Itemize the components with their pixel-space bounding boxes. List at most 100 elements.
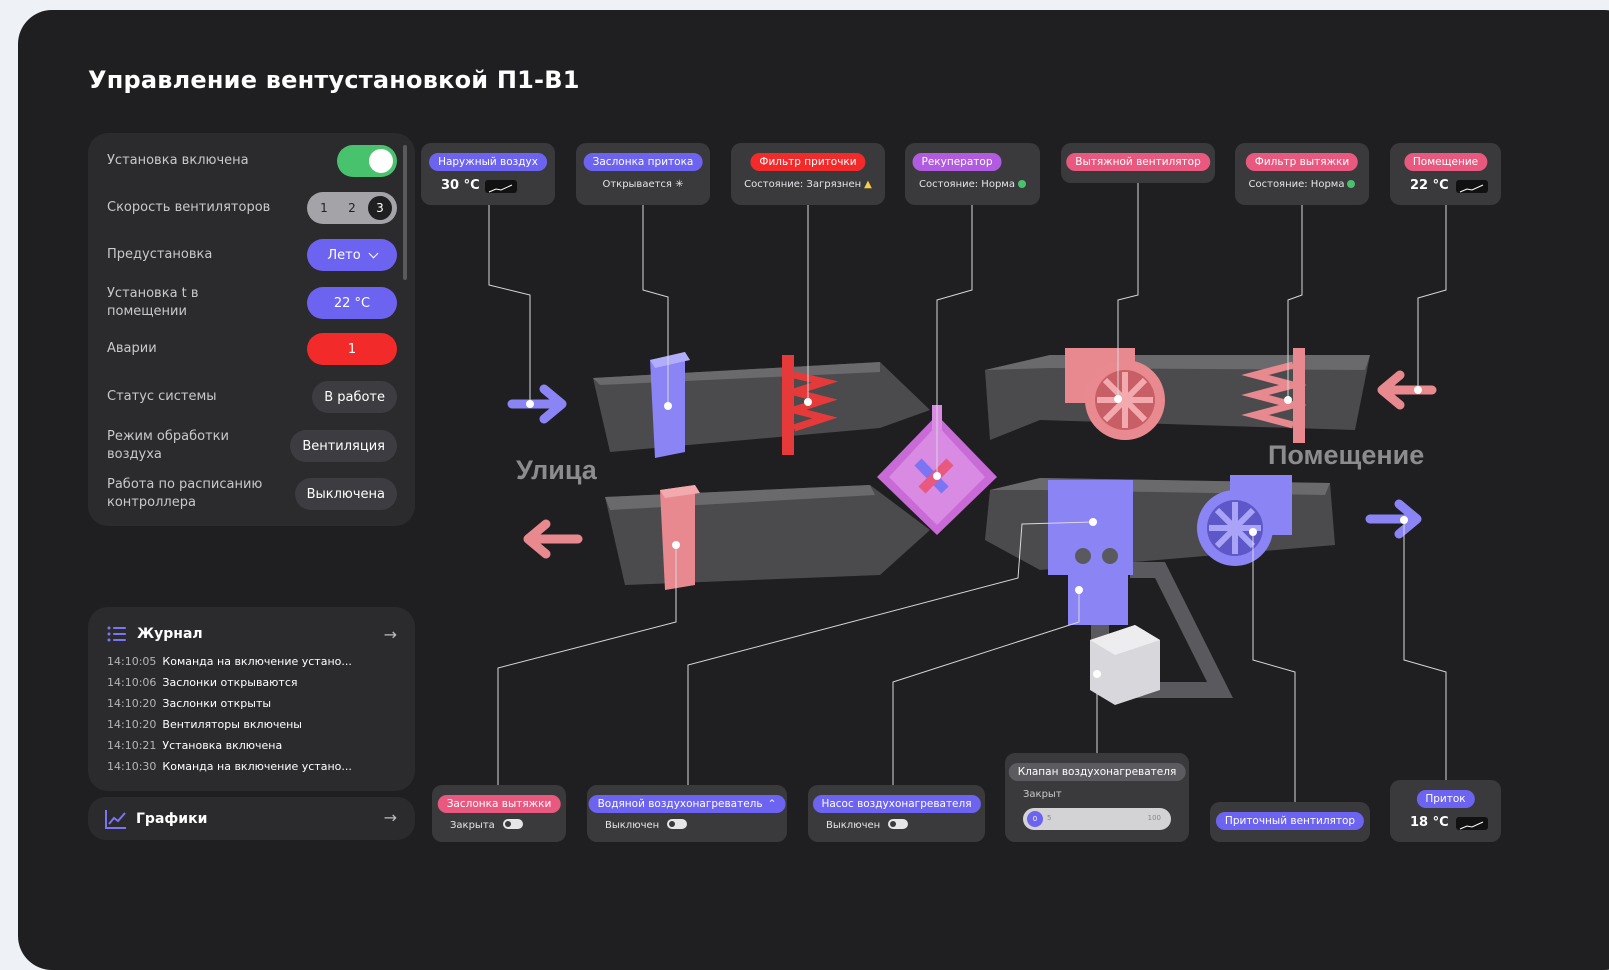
tag-room[interactable]: Помещение 22 °C <box>1390 143 1501 205</box>
tag-status-text: Выключен <box>826 820 881 831</box>
tag-status-text: Состояние: Загрязнен <box>744 179 862 190</box>
preset-value: Лето <box>327 247 361 263</box>
mode-selector[interactable]: Вентиляция <box>290 430 397 462</box>
log-time: 14:10:21 <box>107 739 157 752</box>
tag-status-text: Состояние: Норма <box>1248 179 1345 190</box>
log-row: 14:10:06 Заслонки открываются <box>107 676 298 689</box>
alarms-label: Аварии <box>107 341 157 356</box>
status-badge: В работе <box>312 381 397 413</box>
schedule-row: Работа по расписанию контроллера Выключе… <box>107 476 397 512</box>
speed-selector[interactable]: 1 2 3 <box>307 192 397 224</box>
speed-option-1[interactable]: 1 <box>312 196 336 220</box>
tag-chip: Водяной воздухонагреватель ⌃ <box>588 795 786 813</box>
spinner-icon: ✳ <box>675 179 684 190</box>
status-label: Статус системы <box>107 389 217 404</box>
speed-option-2[interactable]: 2 <box>340 196 364 220</box>
chart-icon <box>105 809 126 829</box>
tag-chip: Приток <box>1416 790 1475 808</box>
power-toggle[interactable] <box>337 145 397 177</box>
exhaust-duct-bottom-left <box>605 485 930 585</box>
alarms-row: Аварии 1 <box>107 333 397 365</box>
mini-toggle[interactable] <box>888 819 909 829</box>
tag-chip: Фильтр приточки <box>750 153 866 171</box>
preset-row: Предустановка Лето <box>107 239 397 271</box>
alarms-badge[interactable]: 1 <box>307 333 397 365</box>
tag-status-text: Выключен <box>605 820 660 831</box>
log-time: 14:10:20 <box>107 718 157 731</box>
tag-status-text: Открывается <box>602 179 672 190</box>
tag-heater-pump[interactable]: Насос воздухонагревателя Выключен <box>808 785 985 842</box>
outdoor-temp-value: 30 °C <box>441 178 480 193</box>
log-time: 14:10:30 <box>107 760 157 773</box>
outdoor-label: Улица <box>516 455 597 485</box>
tag-supply[interactable]: Приток 18 °C <box>1390 780 1501 842</box>
page-title: Управление вентустановкой П1-В1 <box>88 66 580 94</box>
tag-exhaust-fan[interactable]: Вытяжной вентилятор <box>1061 143 1215 183</box>
arrow-right-icon[interactable]: → <box>384 625 397 644</box>
tag-chip: Насос воздухонагревателя <box>812 795 981 813</box>
log-row: 14:10:05 Команда на включение устано... <box>107 655 352 668</box>
exhaust-damper <box>660 485 700 590</box>
tag-heater-valve[interactable]: Клапан воздухонагревателя Закрыт 0 5 100 <box>1005 753 1189 842</box>
log-row: 14:10:21 Установка включена <box>107 739 282 752</box>
log-time: 14:10:05 <box>107 655 157 668</box>
tag-status-text: Закрыта <box>450 820 495 831</box>
speed-label: Скорость вентиляторов <box>107 200 271 215</box>
tag-status-text: Состояние: Норма <box>919 179 1015 190</box>
tag-chip: Заслонка вытяжки <box>437 795 561 813</box>
sparkline-icon[interactable] <box>1456 180 1488 193</box>
tag-water-heater[interactable]: Водяной воздухонагреватель ⌃ Выключен <box>587 785 787 842</box>
tag-status: Состояние: Норма <box>1235 179 1369 190</box>
tag-supply-fan[interactable]: Приточный вентилятор <box>1210 802 1370 842</box>
preset-dropdown[interactable]: Лето <box>307 239 397 271</box>
mode-row: Режим обработки воздуха Вентиляция <box>107 428 397 464</box>
valve-slider[interactable]: 0 5 100 <box>1023 808 1171 830</box>
controls-scrollbar[interactable] <box>403 145 407 280</box>
tag-outdoor-air[interactable]: Наружный воздух 30 °C <box>421 143 555 205</box>
room-temp-value: 22 °C <box>1410 178 1449 193</box>
mini-toggle[interactable] <box>502 819 523 829</box>
tag-chip: Клапан воздухонагревателя <box>1008 763 1186 781</box>
journal-panel: Журнал → 14:10:05 Команда на включение ус… <box>88 607 415 791</box>
room-temp-row: Установка t в помещении 22 °C <box>107 285 397 321</box>
speed-option-3[interactable]: 3 <box>368 196 392 220</box>
tag-chip: Рекуператор <box>912 153 1002 171</box>
log-row: 14:10:30 Команда на включение устано... <box>107 760 352 773</box>
tag-supply-damper[interactable]: Заслонка притока Открывается ✳ <box>576 143 710 205</box>
chevron-up-icon[interactable]: ⌃ <box>768 798 777 810</box>
room-temp-setpoint[interactable]: 22 °C <box>307 287 397 319</box>
log-text: Заслонки открыты <box>162 697 272 710</box>
graphs-panel[interactable]: Графики → <box>88 797 415 840</box>
ok-icon <box>1017 180 1026 188</box>
log-row: 14:10:20 Вентиляторы включены <box>107 718 302 731</box>
tag-status: Состояние: Загрязнен ▲ <box>731 179 885 190</box>
mode-label: Режим обработки воздуха <box>107 429 229 462</box>
log-text: Команда на включение устано... <box>162 655 352 668</box>
arrow-right-icon[interactable]: → <box>384 808 397 827</box>
tag-status: Выключен <box>826 819 985 831</box>
schedule-label: Работа по расписанию контроллера <box>107 477 263 510</box>
log-time: 14:10:20 <box>107 697 157 710</box>
slider-tick: 5 <box>1047 814 1052 822</box>
heater-valve <box>1090 625 1160 705</box>
tag-supply-filter[interactable]: Фильтр приточки Состояние: Загрязнен ▲ <box>731 143 885 205</box>
journal-header[interactable]: Журнал → <box>107 625 397 644</box>
warning-icon: ▲ <box>864 179 872 190</box>
slider-handle[interactable]: 0 <box>1027 811 1043 827</box>
mini-toggle[interactable] <box>667 819 688 829</box>
tag-exhaust-damper[interactable]: Заслонка вытяжки Закрыта <box>432 785 566 842</box>
tag-chip-text: Водяной воздухонагреватель <box>597 798 763 810</box>
sparkline-icon[interactable] <box>485 180 517 193</box>
room-label: Помещение <box>1268 440 1425 470</box>
log-time: 14:10:06 <box>107 676 157 689</box>
tag-chip: Приточный вентилятор <box>1215 812 1365 830</box>
tag-status: Состояние: Норма <box>905 179 1040 190</box>
tag-recuperator[interactable]: Рекуператор Состояние: Норма <box>905 143 1040 205</box>
sparkline-icon[interactable] <box>1456 817 1488 830</box>
toggle-knob <box>369 149 393 173</box>
list-icon <box>107 626 126 642</box>
schedule-toggle[interactable]: Выключена <box>294 478 397 510</box>
tag-exhaust-filter[interactable]: Фильтр вытяжки Состояние: Норма <box>1235 143 1369 205</box>
tag-chip: Помещение <box>1403 153 1488 171</box>
slider-max: 100 <box>1147 814 1161 822</box>
